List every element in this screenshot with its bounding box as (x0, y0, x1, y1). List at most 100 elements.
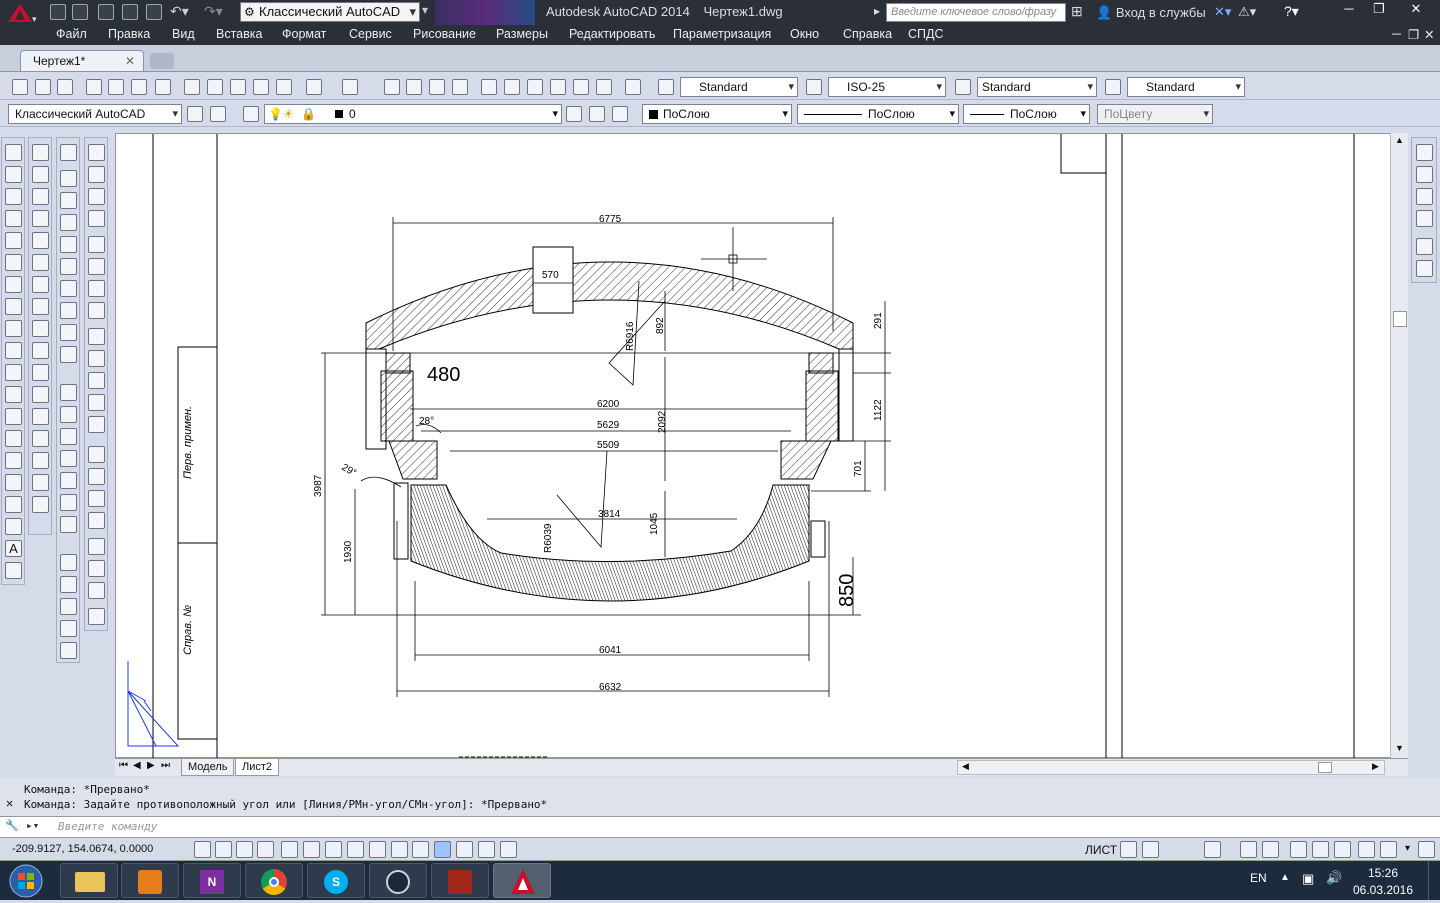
workspace-settings-icon[interactable] (187, 106, 203, 122)
transparency-icon[interactable] (434, 841, 451, 858)
drawing-canvas[interactable]: Перв. примен. Справ. № 6775 570 892 291 … (115, 133, 1408, 759)
close-icon[interactable]: ✕ (125, 51, 135, 71)
help-icon[interactable]: ?▾ (1284, 3, 1299, 20)
menu-file[interactable]: Файл (56, 27, 87, 41)
menu-modify[interactable]: Редактировать (569, 27, 655, 41)
redo-icon[interactable]: ↷▾ (204, 3, 223, 20)
next-tab-icon[interactable]: ▶ (147, 760, 155, 771)
dim-style-combo[interactable]: ISO-25 (828, 77, 946, 97)
table-style-icon[interactable] (955, 79, 971, 95)
lock-ui-icon[interactable] (1312, 841, 1329, 858)
extend-icon[interactable] (32, 364, 49, 381)
exchange-icon[interactable]: ✕▾ (1214, 4, 1231, 20)
linetype-combo[interactable]: ПоСлою ▾ (797, 104, 959, 124)
explode-icon[interactable] (32, 496, 49, 513)
dimordinate-icon[interactable] (88, 210, 105, 227)
new-tab-button[interactable] (150, 53, 174, 69)
viewport-scale-icon[interactable] (1416, 260, 1433, 277)
tab-drawing1[interactable]: Чертеж1* ✕ (20, 50, 144, 71)
system-clock[interactable]: 15:26 06.03.2016 (1352, 866, 1414, 897)
point-icon[interactable] (5, 430, 22, 447)
hatch-edit-icon[interactable] (60, 170, 77, 187)
login-button[interactable]: 👤 Вход в службы (1096, 5, 1206, 21)
customize-icon[interactable] (210, 106, 226, 122)
menu-view[interactable]: Вид (172, 27, 195, 41)
plot-icon[interactable] (86, 79, 102, 95)
autocad-logo-icon[interactable]: ▾ (4, 2, 38, 24)
qp-icon[interactable] (456, 841, 473, 858)
onenote-app-icon[interactable]: N (183, 863, 241, 898)
binoculars-icon[interactable]: ⊞ (1071, 3, 1083, 20)
menu-edit[interactable]: Правка (108, 27, 150, 41)
scroll-up-icon[interactable]: ▲ (1395, 135, 1404, 145)
osnap-icon[interactable] (303, 841, 320, 858)
mirror-icon[interactable] (32, 188, 49, 205)
saveas-icon[interactable] (122, 4, 138, 20)
new-icon[interactable] (50, 4, 66, 20)
dim-arc-icon[interactable] (60, 598, 77, 615)
zoom-previous-icon[interactable] (452, 79, 468, 95)
menu-help[interactable]: Справка (843, 27, 892, 41)
doc-minimize-icon[interactable]: ─ (1392, 27, 1401, 41)
gradient-icon[interactable] (5, 474, 22, 491)
layer-properties-icon[interactable] (243, 106, 259, 122)
status-menu-icon[interactable]: ▾ (1405, 843, 1410, 854)
save-icon[interactable] (57, 79, 73, 95)
dim-ordinate-icon[interactable] (60, 620, 77, 637)
show-desktop-button[interactable] (1428, 861, 1440, 900)
dimstyle-icon[interactable] (88, 608, 105, 625)
redo-icon[interactable] (342, 79, 358, 95)
table-style-combo[interactable]: Standard (977, 77, 1097, 97)
last-tab-icon[interactable]: ⏭ (161, 760, 170, 771)
hatch-icon[interactable] (5, 452, 22, 469)
command-input[interactable]: 🔧 ▸▾ Введите команду (0, 816, 1440, 838)
menu-dimension[interactable]: Размеры (496, 27, 548, 41)
insert-block-icon[interactable] (5, 386, 22, 403)
vertical-scrollbar[interactable]: ▲ ▼ (1390, 133, 1408, 758)
xline-icon[interactable] (5, 166, 22, 183)
make-block-icon[interactable] (5, 408, 22, 425)
isolate-objects-icon[interactable] (1358, 841, 1375, 858)
maximize-viewport-icon[interactable] (1204, 841, 1221, 858)
markup-icon[interactable] (573, 79, 589, 95)
view-icon[interactable] (60, 384, 77, 401)
splinedit-icon[interactable] (60, 214, 77, 231)
media-player-app-icon[interactable] (121, 863, 179, 898)
grid-icon[interactable] (236, 841, 253, 858)
ducs-icon[interactable] (369, 841, 386, 858)
close-button[interactable]: ✕ (1396, 0, 1436, 18)
offset-icon[interactable] (32, 210, 49, 227)
dimbreak-icon[interactable] (88, 416, 105, 433)
design-center-icon[interactable] (504, 79, 520, 95)
mtext-icon[interactable]: A (5, 540, 22, 557)
gear-icon[interactable] (1290, 841, 1307, 858)
revcloud-icon[interactable] (5, 298, 22, 315)
minimize-button[interactable]: ─ (1334, 0, 1364, 18)
infer-constraints-icon[interactable] (194, 841, 211, 858)
spline-icon[interactable] (5, 320, 22, 337)
doc-close-icon[interactable]: ✕ (1424, 27, 1434, 42)
otrack-icon[interactable] (347, 841, 364, 858)
layer-state-icon[interactable] (612, 106, 628, 122)
dimjogged-icon[interactable] (88, 258, 105, 275)
dimdiameter-icon[interactable] (88, 280, 105, 297)
open-icon[interactable] (72, 4, 88, 20)
rotate-icon[interactable] (32, 276, 49, 293)
polygonal-viewport-icon[interactable] (1416, 188, 1433, 205)
volume-icon[interactable]: 🔊 (1326, 870, 1342, 886)
copy-object-icon[interactable] (32, 166, 49, 183)
scroll-left-icon[interactable]: ◀ (962, 761, 969, 772)
dim-aligned-icon[interactable] (60, 576, 77, 593)
hardware-accel-icon[interactable] (1334, 841, 1351, 858)
zoom-window-icon[interactable] (429, 79, 445, 95)
trim-icon[interactable] (32, 342, 49, 359)
snap-icon[interactable] (215, 841, 232, 858)
layer-previous-icon[interactable] (589, 106, 605, 122)
text-style-combo[interactable]: Standard (680, 77, 798, 97)
mleader-style-icon[interactable] (1105, 79, 1121, 95)
ellipse-icon[interactable] (5, 342, 22, 359)
workspace-combo[interactable]: ⚙ Классический AutoCAD (240, 2, 420, 22)
3d-print-icon[interactable] (155, 79, 171, 95)
fillet-icon[interactable] (32, 452, 49, 469)
menu-tools[interactable]: Сервис (349, 27, 392, 41)
